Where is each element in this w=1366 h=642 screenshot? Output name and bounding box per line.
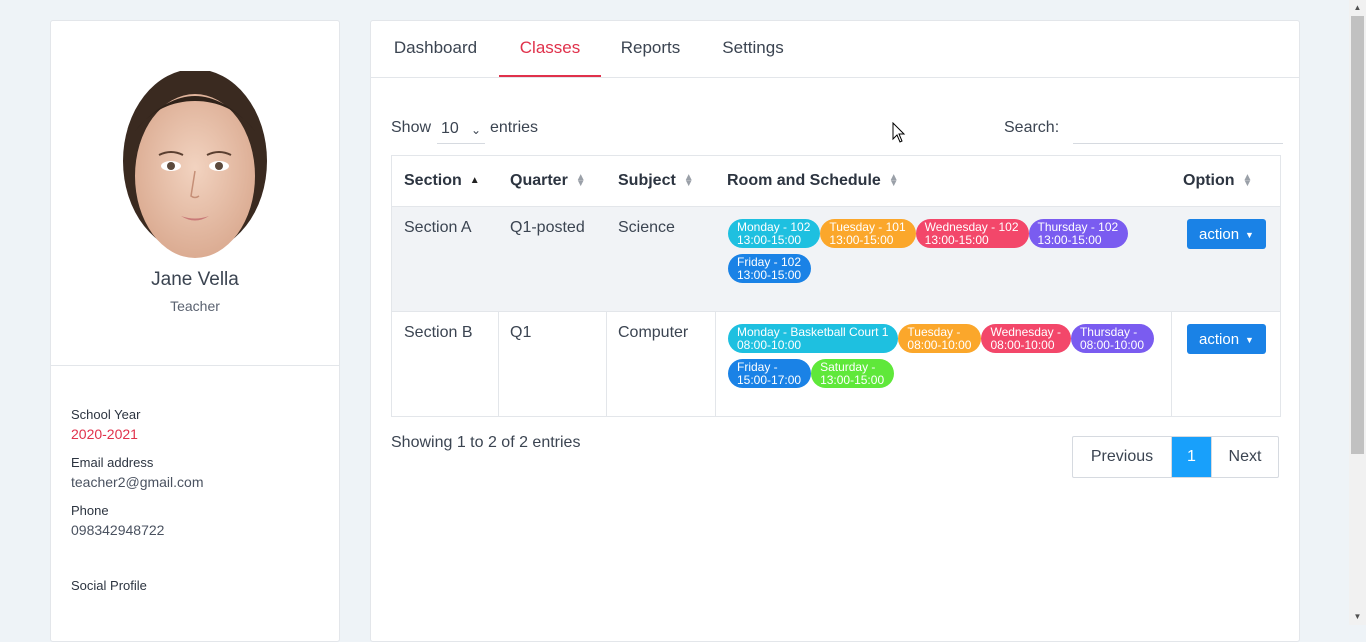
schedule-time: 13:00-15:00 xyxy=(820,373,885,387)
avatar xyxy=(123,71,267,258)
schedule-badge: Wednesday -08:00-10:00 xyxy=(981,324,1071,353)
phone-label: Phone xyxy=(71,503,109,518)
header-section[interactable]: Section ▲ xyxy=(404,156,480,206)
cell-subject: Science xyxy=(618,219,675,236)
caret-down-icon: ▼ xyxy=(1245,230,1254,241)
school-year-label: School Year xyxy=(71,407,141,422)
next-page-button[interactable]: Next xyxy=(1211,437,1278,477)
tab-settings[interactable]: Settings xyxy=(721,21,785,77)
schedule-badge: Friday -15:00-17:00 xyxy=(728,359,812,388)
schedule-time: 13:00-15:00 xyxy=(829,233,894,247)
table-row: Section A Q1-posted Science Monday - 102… xyxy=(392,207,1280,312)
show-label: Show xyxy=(391,119,432,136)
schedule-time: 13:00-15:00 xyxy=(737,233,802,247)
scrollbar[interactable]: ▲ ▼ xyxy=(1349,0,1366,625)
profile-name: Jane Vella xyxy=(151,269,239,290)
cell-subject: Computer xyxy=(618,324,689,341)
header-subject-label: Subject xyxy=(618,172,676,189)
schedule-badge: Monday - 102 13:00-15:00 xyxy=(728,219,821,248)
schedule-badge: Thursday -08:00-10:00 xyxy=(1070,324,1155,353)
phone-value: 098342948722 xyxy=(71,522,165,538)
classes-table: Section ▲ Quarter ▲ ▼ Subject ▲ ▼ Room and Sc… xyxy=(391,155,1281,417)
header-room-schedule-label: Room and Schedule xyxy=(727,172,881,189)
scroll-up-icon[interactable]: ▲ xyxy=(1349,0,1366,16)
social-profile-label: Social Profile xyxy=(71,578,147,593)
scroll-thumb[interactable] xyxy=(1351,16,1364,454)
cell-quarter: Q1 xyxy=(510,324,532,341)
tab-bar: Dashboard Classes Reports Settings xyxy=(371,21,1299,78)
scroll-down-icon[interactable]: ▼ xyxy=(1349,609,1366,625)
cell-section: Section B xyxy=(404,324,473,341)
tab-classes[interactable]: Classes xyxy=(499,21,601,77)
table-row: Section B Q1 Computer Monday - Basketbal… xyxy=(392,312,1280,416)
page-length-select[interactable]: 10 ⌄ xyxy=(437,117,485,144)
column-divider xyxy=(1171,312,1172,416)
sort-icon: ▲ ▼ xyxy=(683,171,694,189)
profile-divider xyxy=(51,365,339,366)
school-year-value: 2020-2021 xyxy=(71,426,138,442)
action-label: action xyxy=(1199,331,1240,348)
schedule-time: 08:00-10:00 xyxy=(1079,338,1145,352)
header-quarter[interactable]: Quarter ▲ ▼ xyxy=(510,156,586,206)
search-label: Search: xyxy=(1004,119,1060,136)
chevron-down-icon: ⌄ xyxy=(470,123,481,137)
sort-icon: ▲ ▼ xyxy=(888,171,899,189)
page-1-button[interactable]: 1 xyxy=(1172,437,1211,477)
column-divider xyxy=(606,312,607,416)
main-card: Dashboard Classes Reports Settings Show … xyxy=(370,20,1300,642)
schedule-badge: Thursday - 102 13:00-15:00 xyxy=(1028,219,1129,248)
header-section-label: Section xyxy=(404,172,462,189)
sort-asc-icon: ▲ xyxy=(469,174,480,186)
column-divider xyxy=(715,312,716,416)
schedule-cell: Monday - 102 13:00-15:00 Tuesday - 101 13:0… xyxy=(728,219,1168,289)
email-label: Email address xyxy=(71,455,154,470)
pagination: Previous 1 Next xyxy=(1072,436,1279,478)
schedule-time: 08:00-10:00 xyxy=(990,338,1055,352)
schedule-cell: Monday - Basketball Court 1 08:00-10:00 Tu… xyxy=(728,324,1168,394)
header-option[interactable]: Option ▲ ▼ xyxy=(1183,156,1252,206)
action-button[interactable]: action ▼ xyxy=(1187,219,1266,249)
schedule-badge: Tuesday -08:00-10:00 xyxy=(898,324,982,353)
sort-icon: ▲ ▼ xyxy=(1242,171,1253,189)
header-subject[interactable]: Subject ▲ ▼ xyxy=(618,156,694,206)
sort-icon: ▲ ▼ xyxy=(575,171,586,189)
schedule-badge: Tuesday - 101 13:00-15:00 xyxy=(820,219,916,248)
schedule-time: 13:00-15:00 xyxy=(1037,233,1102,247)
previous-page-button[interactable]: Previous xyxy=(1073,437,1172,477)
tab-dashboard[interactable]: Dashboard xyxy=(391,21,480,77)
schedule-time: 13:00-15:00 xyxy=(924,233,989,247)
email-value: teacher2@gmail.com xyxy=(71,474,204,490)
table-header: Section ▲ Quarter ▲ ▼ Subject ▲ ▼ Room and Sc… xyxy=(392,156,1280,207)
action-button[interactable]: action ▼ xyxy=(1187,324,1266,354)
header-quarter-label: Quarter xyxy=(510,172,568,189)
action-label: action xyxy=(1199,226,1240,243)
header-option-label: Option xyxy=(1183,172,1235,189)
schedule-time: 08:00-10:00 xyxy=(737,338,802,352)
caret-down-icon: ▼ xyxy=(1245,335,1254,346)
schedule-badge: Friday - 102 13:00-15:00 xyxy=(728,254,812,283)
mouse-cursor-icon xyxy=(892,122,906,143)
column-divider xyxy=(498,312,499,416)
table-info: Showing 1 to 2 of 2 entries xyxy=(391,434,581,451)
profile-role: Teacher xyxy=(170,298,220,314)
header-room-schedule[interactable]: Room and Schedule ▲ ▼ xyxy=(727,156,899,206)
cell-section: Section A xyxy=(404,219,472,236)
tab-reports[interactable]: Reports xyxy=(620,21,681,77)
entries-label: entries xyxy=(490,119,539,136)
page-length-value: 10 xyxy=(441,120,459,137)
schedule-time: 08:00-10:00 xyxy=(907,338,972,352)
schedule-badge: Wednesday - 102 13:00-15:00 xyxy=(915,219,1029,248)
profile-card: Jane Vella Teacher School Year 2020-2021… xyxy=(50,20,340,642)
schedule-time: 15:00-17:00 xyxy=(737,373,802,387)
schedule-badge: Saturday -13:00-15:00 xyxy=(811,359,895,388)
cell-quarter: Q1-posted xyxy=(510,219,585,236)
search-input[interactable] xyxy=(1073,117,1283,144)
schedule-badge: Monday - Basketball Court 1 08:00-10:00 xyxy=(728,324,899,353)
schedule-time: 13:00-15:00 xyxy=(737,268,802,282)
